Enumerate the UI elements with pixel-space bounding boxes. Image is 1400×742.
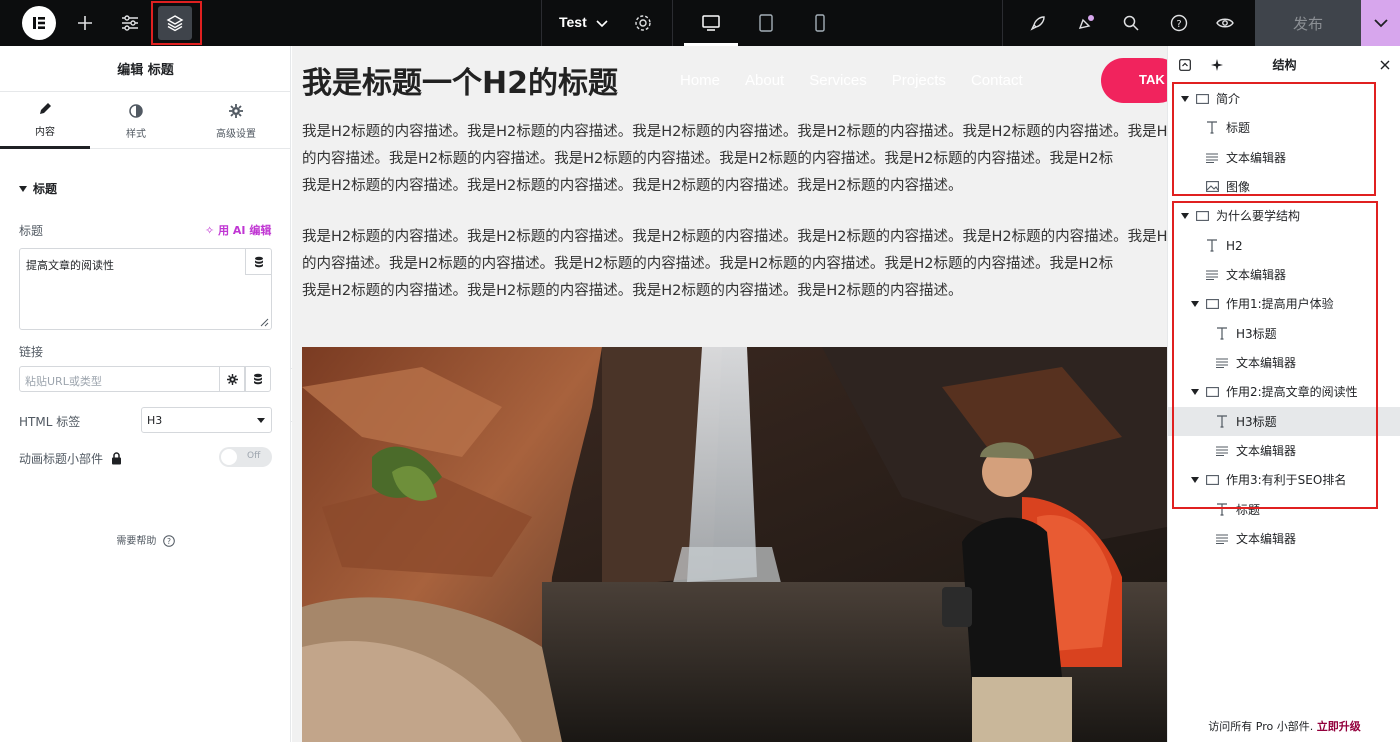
title-field-label: 标题 bbox=[19, 224, 44, 238]
upsell-banner: 访问所有 Pro 小部件. 立即升级 bbox=[1168, 718, 1400, 734]
paragraph-line: 我是H2标题的内容描述。我是H2标题的内容描述。我是H2标题的内容描述。我是H2… bbox=[302, 283, 963, 299]
paragraph-line: 的内容描述。我是H2标题的内容描述。我是H2标题的内容描述。我是H2标题的内容描… bbox=[302, 256, 1114, 272]
help-icon[interactable]: ? bbox=[1162, 6, 1196, 40]
paragraph[interactable]: 我是H2标题的内容描述。我是H2标题的内容描述。我是H2标题的内容描述。我是H2… bbox=[302, 224, 1167, 305]
sparkle-icon: ✧ bbox=[205, 224, 215, 237]
pencil-icon bbox=[38, 100, 52, 118]
add-element-icon[interactable] bbox=[68, 6, 102, 40]
document-title[interactable]: Test bbox=[559, 14, 587, 30]
caret-down-icon bbox=[19, 185, 27, 192]
help-circle-icon: ? bbox=[162, 535, 175, 547]
html-tag-value: H3 bbox=[147, 414, 163, 427]
rocket-icon[interactable] bbox=[1021, 6, 1055, 40]
select-caret-icon bbox=[257, 418, 265, 423]
link-options-gear-icon[interactable] bbox=[219, 366, 245, 392]
need-help-label: 需要帮助 bbox=[116, 536, 157, 547]
gear-icon bbox=[229, 102, 243, 120]
nav-item[interactable]: About bbox=[745, 72, 784, 89]
paragraph-line: 我是H2标题的内容描述。我是H2标题的内容描述。我是H2标题的内容描述。我是H2… bbox=[302, 178, 963, 194]
top-bar: Test ? 发布 bbox=[0, 0, 1400, 46]
svg-text:?: ? bbox=[1176, 19, 1181, 30]
dynamic-tags-icon[interactable] bbox=[245, 249, 271, 275]
preview-eye-icon[interactable] bbox=[1208, 6, 1242, 40]
nav-item[interactable]: Home bbox=[680, 72, 720, 89]
structure-title: 结构 bbox=[1272, 58, 1297, 72]
paragraph-line: 我是H2标题的内容描述。我是H2标题的内容描述。我是H2标题的内容描述。我是H2… bbox=[302, 124, 1167, 140]
svg-text:?: ? bbox=[167, 537, 171, 546]
text-editor-icon bbox=[1214, 533, 1230, 544]
structure-panel: 结构 简介 标题 文本编辑器 图像 为什么要学结构 H2 文本编辑器 作用1:提高用户体验 H3… bbox=[1167, 46, 1400, 742]
nav-item[interactable]: Services bbox=[809, 72, 867, 89]
divider bbox=[541, 0, 542, 46]
nav-item[interactable]: Contact bbox=[971, 72, 1023, 89]
editor-canvas: Home About Services Projects Contact TAK… bbox=[292, 46, 1167, 742]
publish-options-chevron-icon[interactable] bbox=[1361, 0, 1400, 46]
waterfall-hiker-image[interactable] bbox=[302, 347, 1167, 742]
link-field-label: 链接 bbox=[19, 345, 44, 359]
ai-edit-label: 用 AI 编辑 bbox=[218, 224, 272, 237]
tablet-icon[interactable] bbox=[749, 6, 783, 40]
structure-header: 结构 bbox=[1168, 46, 1400, 82]
divider bbox=[1002, 0, 1003, 46]
panel-tabs: 内容 样式 高级设置 bbox=[0, 92, 291, 149]
paragraph[interactable]: 我是H2标题的内容描述。我是H2标题的内容描述。我是H2标题的内容描述。我是H2… bbox=[302, 119, 1167, 200]
link-url-input[interactable]: 粘贴URL或类型 bbox=[19, 366, 220, 392]
tab-content[interactable]: 内容 bbox=[0, 92, 90, 149]
layers-highlight-box bbox=[151, 1, 202, 45]
link-dynamic-tags-icon[interactable] bbox=[245, 366, 271, 392]
animated-headline-label: 动画标题小部件 bbox=[19, 452, 104, 466]
title-textarea[interactable]: 提高文章的阅读性 bbox=[19, 248, 272, 330]
need-help-link[interactable]: 需要帮助 ? bbox=[0, 532, 291, 547]
section-toggle[interactable]: 标题 bbox=[19, 180, 57, 197]
section-title: 标题 bbox=[33, 182, 58, 196]
structure-item[interactable]: 文本编辑器 bbox=[1168, 524, 1400, 553]
tab-style[interactable]: 样式 bbox=[91, 92, 181, 149]
widget-settings-panel: 编辑 标题 内容 样式 高级设置 标题 标题 ✧ 用 AI 编辑 提高文章的阅读… bbox=[0, 46, 291, 742]
structure-item-label: 文本编辑器 bbox=[1236, 532, 1297, 546]
site-settings-icon[interactable] bbox=[113, 6, 147, 40]
cta-button[interactable]: TAK bbox=[1101, 58, 1167, 103]
html-tag-select[interactable]: H3 bbox=[141, 407, 272, 433]
search-icon[interactable] bbox=[1114, 6, 1148, 40]
paragraph-line: 的内容描述。我是H2标题的内容描述。我是H2标题的内容描述。我是H2标题的内容描… bbox=[302, 151, 1114, 167]
tab-advanced[interactable]: 高级设置 bbox=[191, 92, 281, 149]
desktop-icon[interactable] bbox=[694, 6, 728, 40]
animated-headline-row: 动画标题小部件 bbox=[19, 450, 122, 467]
tab-style-label: 样式 bbox=[126, 128, 146, 140]
highlight-box-why-structure bbox=[1172, 201, 1378, 509]
upsell-text: 访问所有 Pro 小部件. bbox=[1208, 720, 1314, 733]
tab-content-label: 内容 bbox=[35, 127, 55, 138]
contrast-icon bbox=[129, 102, 143, 120]
upgrade-link[interactable]: 立即升级 bbox=[1317, 720, 1361, 733]
tab-advanced-label: 高级设置 bbox=[216, 128, 256, 140]
divider bbox=[672, 0, 673, 46]
html-tag-label: HTML 标签 bbox=[19, 415, 81, 429]
highlight-box-intro bbox=[1172, 82, 1376, 196]
publish-button[interactable]: 发布 bbox=[1255, 0, 1361, 46]
animated-headline-toggle[interactable]: Off bbox=[219, 447, 272, 467]
page-heading[interactable]: 我是标题一个H2的标题 bbox=[302, 58, 618, 102]
ai-edit-button[interactable]: ✧ 用 AI 编辑 bbox=[205, 222, 271, 238]
lock-icon bbox=[112, 452, 122, 465]
toggle-knob bbox=[221, 449, 237, 465]
title-value: 提高文章的阅读性 bbox=[26, 259, 114, 272]
panel-title: 编辑 标题 bbox=[0, 46, 291, 92]
notifications-icon[interactable] bbox=[1069, 6, 1103, 40]
mobile-icon[interactable] bbox=[803, 6, 837, 40]
chevron-down-icon[interactable] bbox=[585, 7, 619, 41]
resize-handle-icon[interactable] bbox=[260, 318, 269, 327]
site-nav: Home About Services Projects Contact bbox=[680, 72, 1023, 89]
nav-item[interactable]: Projects bbox=[892, 72, 946, 89]
toggle-label: Off bbox=[247, 451, 261, 461]
close-icon[interactable] bbox=[1380, 60, 1390, 70]
paragraph-line: 我是H2标题的内容描述。我是H2标题的内容描述。我是H2标题的内容描述。我是H2… bbox=[302, 229, 1167, 245]
elementor-logo-icon[interactable] bbox=[22, 6, 56, 40]
page-settings-icon[interactable] bbox=[626, 6, 660, 40]
